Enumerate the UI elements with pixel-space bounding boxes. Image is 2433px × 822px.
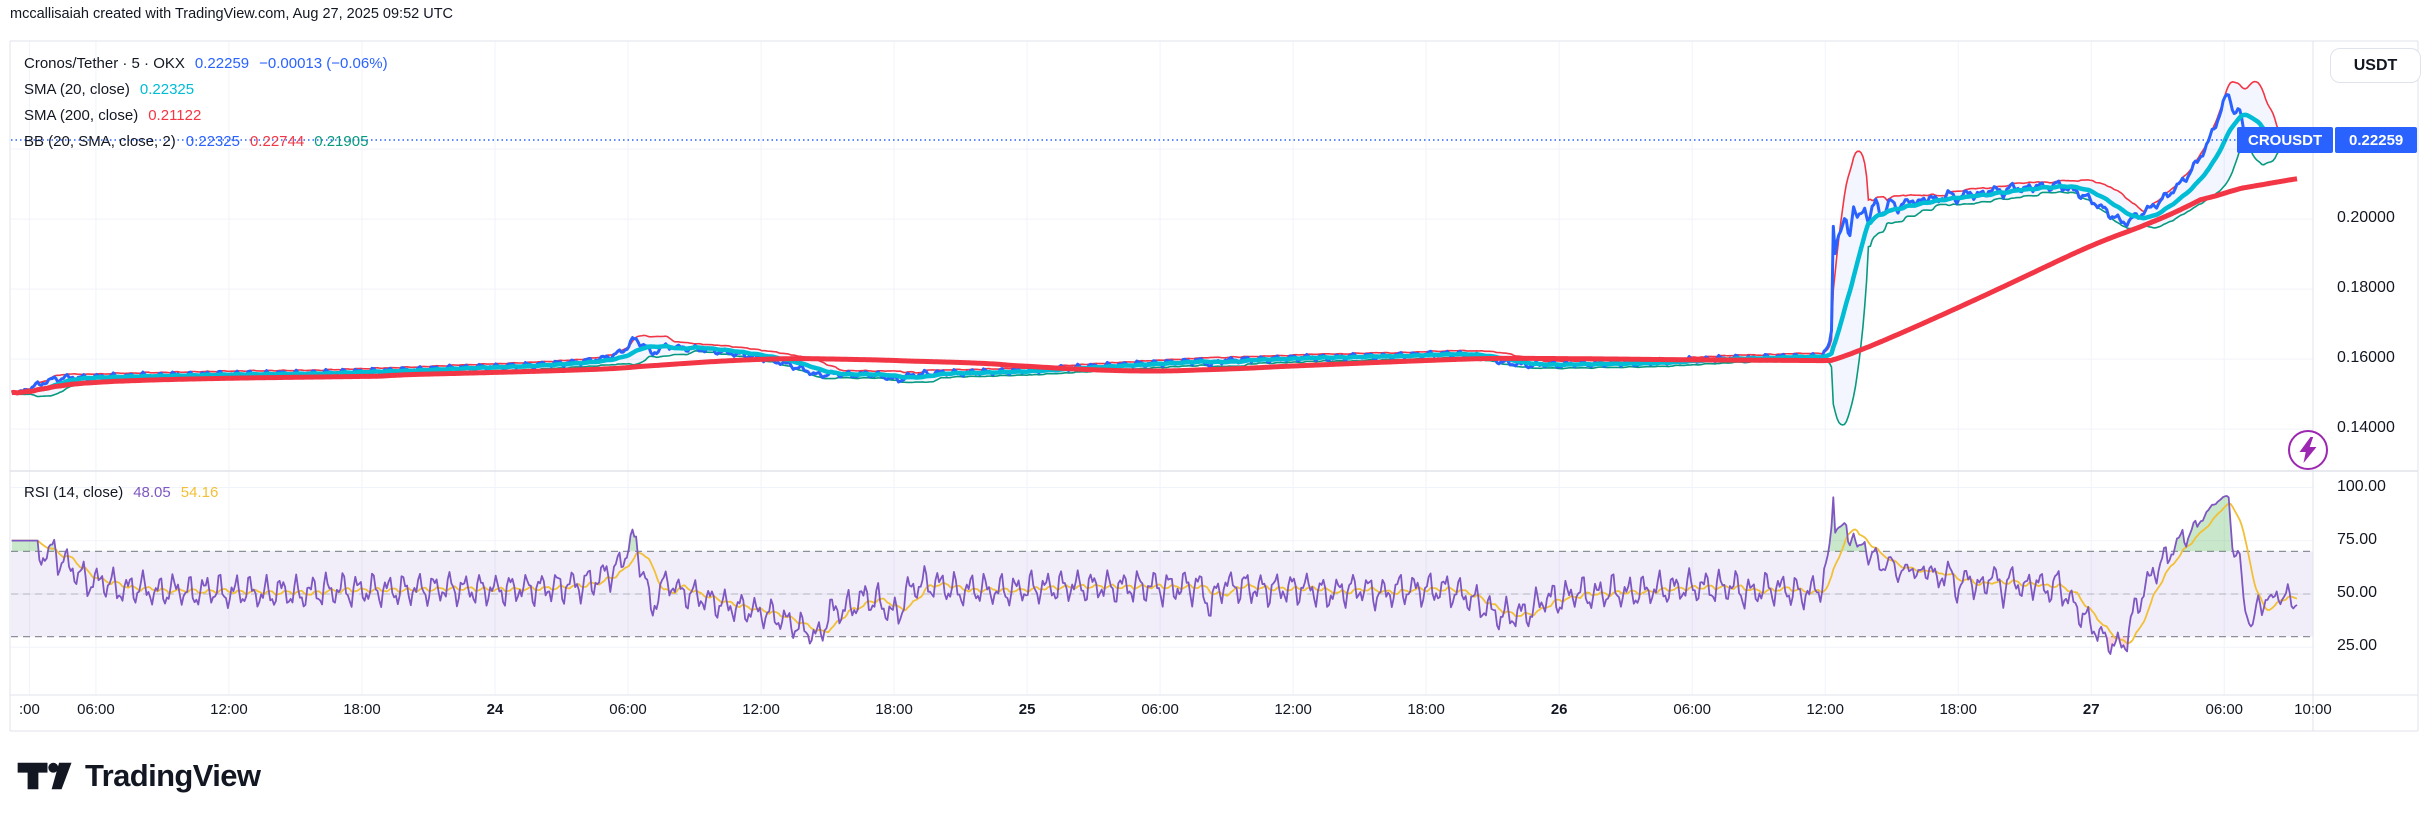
- symbol-title: Cronos/Tether · 5 · OKX: [24, 55, 185, 72]
- rsi-tick-label: 75.00: [2337, 531, 2377, 549]
- badge-symbol: CROUSDT: [2237, 127, 2333, 153]
- time-tick-label: 18:00: [875, 701, 913, 718]
- tradingview-chart-screenshot: mccallisaiah created with TradingView.co…: [0, 0, 2433, 822]
- price-pane-legend: Cronos/Tether · 5 · OKX 0.22259 −0.00013…: [24, 50, 398, 154]
- time-tick-label: 24: [487, 701, 504, 718]
- legend-rsi-row[interactable]: RSI (14, close) 48.05 54.16: [24, 479, 228, 505]
- bb-upper-value: 0.22744: [250, 133, 304, 150]
- price-change-value: −0.00013 (−0.06%): [259, 55, 387, 72]
- rsi-pane: [11, 496, 2313, 654]
- sma20-label: SMA (20, close): [24, 81, 130, 98]
- rsi-tick-label: 100.00: [2337, 478, 2386, 496]
- price-tick-label: 0.16000: [2337, 349, 2395, 367]
- time-tick-label: 06:00: [2205, 701, 2243, 718]
- price-tick-label: 0.18000: [2337, 279, 2395, 297]
- currency-unit-button[interactable]: USDT: [2330, 48, 2421, 83]
- last-price-value: 0.22259: [195, 55, 249, 72]
- tradingview-logo-icon: [16, 756, 74, 796]
- legend-bb-row[interactable]: BB (20, SMA, close, 2) 0.22325 0.22744 0…: [24, 128, 398, 154]
- time-tick-label: 12:00: [1806, 701, 1844, 718]
- rsi-value: 48.05: [133, 484, 171, 501]
- tradingview-logo[interactable]: TradingView: [16, 756, 260, 796]
- time-tick-label: 10:00: [2294, 701, 2332, 718]
- time-tick-label: 26: [1551, 701, 1568, 718]
- time-tick-label: 25: [1019, 701, 1036, 718]
- time-tick-label: 06:00: [77, 701, 115, 718]
- boost-button[interactable]: [2288, 430, 2328, 470]
- bb-lower-value: 0.21905: [314, 133, 368, 150]
- time-tick-label: 12:00: [742, 701, 780, 718]
- bb-label: BB (20, SMA, close, 2): [24, 133, 176, 150]
- rsi-ma-value: 54.16: [181, 484, 219, 501]
- sma200-label: SMA (200, close): [24, 107, 138, 124]
- tradingview-logo-text: TradingView: [85, 758, 260, 794]
- time-tick-label: :00: [19, 701, 40, 718]
- time-tick-label: 27: [2083, 701, 2100, 718]
- badge-price: 0.22259: [2335, 127, 2417, 153]
- rsi-pane-legend: RSI (14, close) 48.05 54.16: [24, 479, 228, 505]
- time-tick-label: 18:00: [1939, 701, 1977, 718]
- time-tick-label: 06:00: [1141, 701, 1179, 718]
- time-tick-label: 12:00: [1274, 701, 1312, 718]
- price-tick-label: 0.14000: [2337, 419, 2395, 437]
- bb-lower-line: [12, 141, 2297, 425]
- sma200-value: 0.21122: [148, 107, 201, 124]
- bb-basis-value: 0.22325: [186, 133, 240, 150]
- time-tick-label: 12:00: [210, 701, 248, 718]
- sma20-value: 0.22325: [140, 81, 194, 98]
- last-price-badge: CROUSDT 0.22259: [2237, 127, 2417, 153]
- legend-sma200-row[interactable]: SMA (200, close) 0.21122: [24, 102, 398, 128]
- legend-sma20-row[interactable]: SMA (20, close) 0.22325: [24, 76, 398, 102]
- rsi-tick-label: 50.00: [2337, 584, 2377, 602]
- price-tick-label: 0.20000: [2337, 209, 2395, 227]
- lightning-icon: [2297, 437, 2319, 463]
- time-tick-label: 18:00: [1407, 701, 1445, 718]
- time-tick-label: 06:00: [609, 701, 647, 718]
- rsi-tick-label: 25.00: [2337, 637, 2377, 655]
- legend-symbol-row[interactable]: Cronos/Tether · 5 · OKX 0.22259 −0.00013…: [24, 50, 398, 76]
- time-tick-label: 06:00: [1673, 701, 1711, 718]
- time-tick-label: 18:00: [343, 701, 381, 718]
- sma20-line: [12, 115, 2297, 393]
- rsi-label: RSI (14, close): [24, 484, 123, 501]
